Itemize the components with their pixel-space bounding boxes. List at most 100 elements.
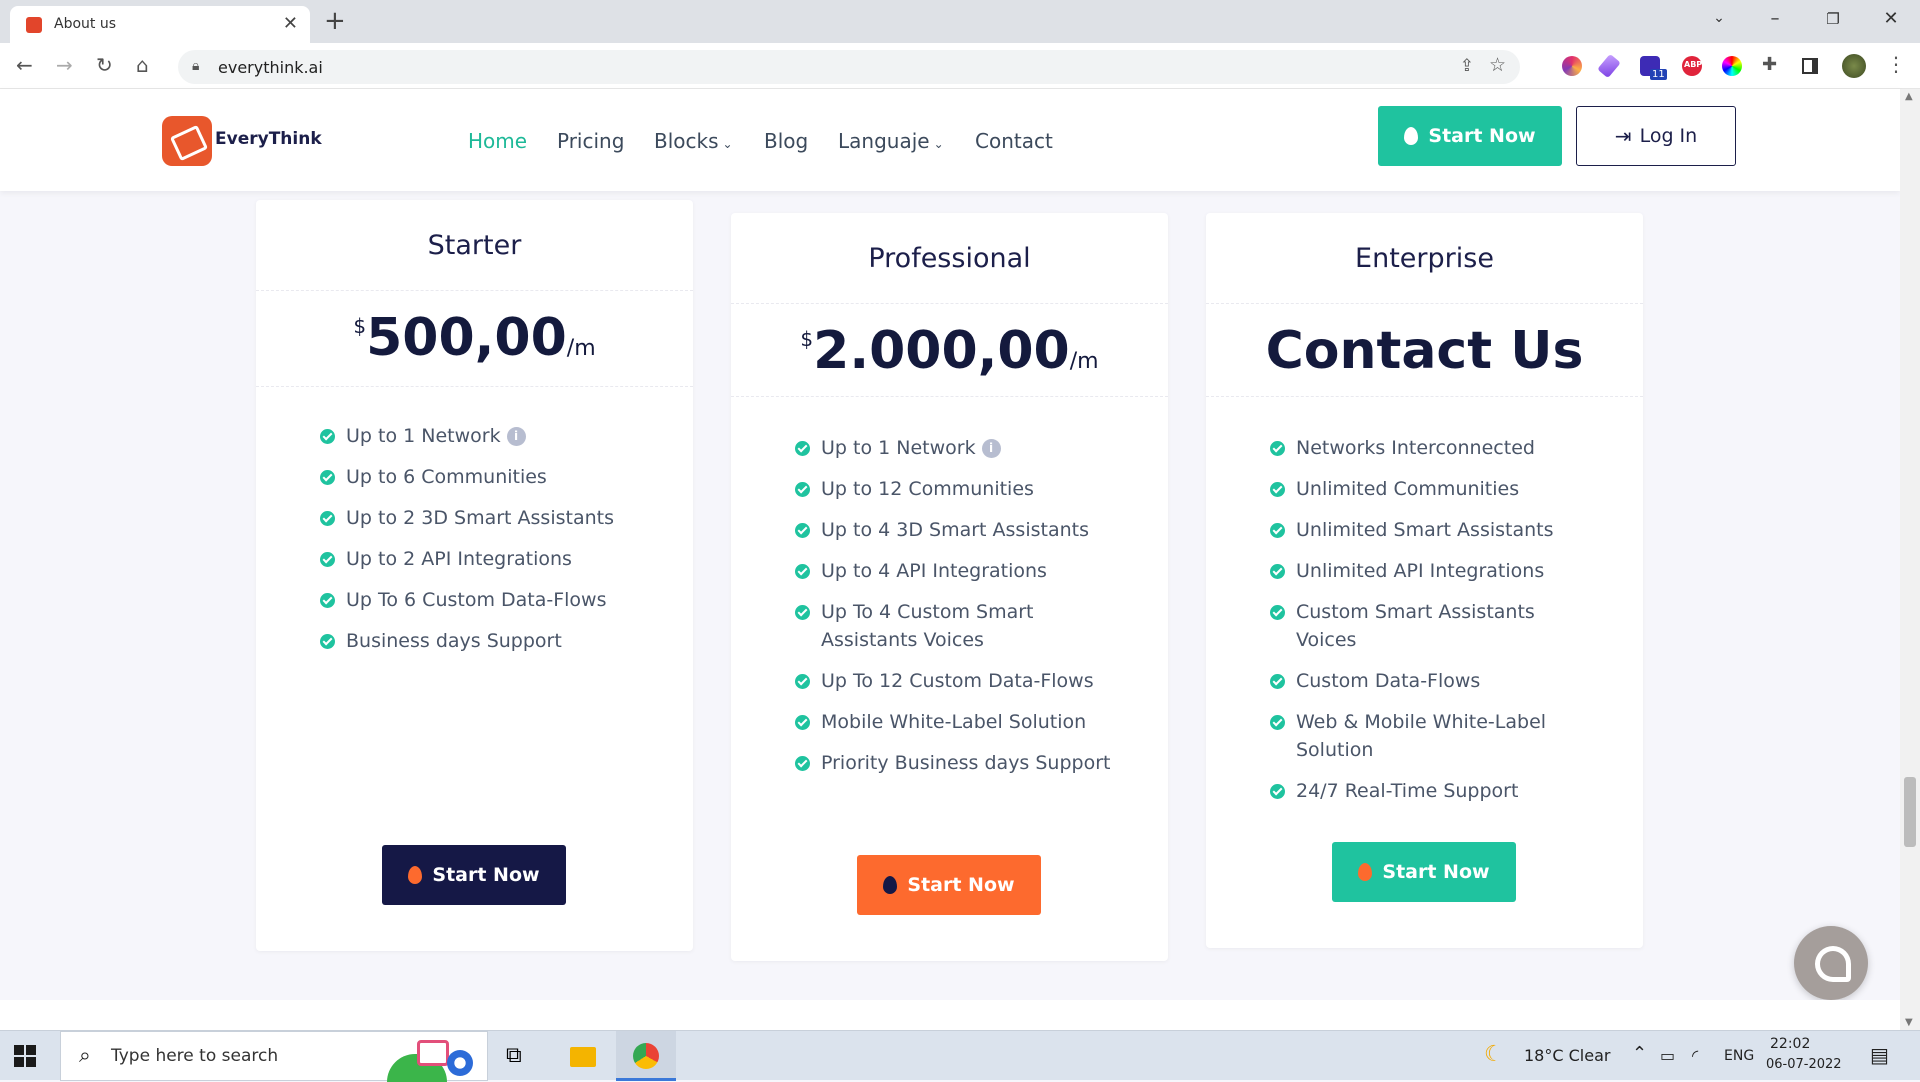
list-item: Up to 12 Communities [795, 475, 1135, 503]
page-scrollbar[interactable]: ▲ ▼ [1900, 89, 1920, 1030]
minimize-icon[interactable]: – [1750, 8, 1800, 29]
extension-color-icon[interactable] [1722, 56, 1742, 76]
taskbar-search-box[interactable]: ⌕ Type here to search [60, 1031, 488, 1082]
list-item: Unlimited Communities [1270, 475, 1570, 503]
scroll-down-icon[interactable]: ▼ [1905, 1017, 1913, 1028]
scrollbar-thumb[interactable] [1904, 777, 1916, 847]
feature-text: Up to 6 Communities [346, 466, 547, 488]
divider [731, 303, 1168, 304]
tab-title: About us [54, 16, 117, 32]
battery-icon[interactable]: ▭ [1660, 1046, 1675, 1065]
window-close-icon[interactable]: ✕ [1866, 8, 1916, 29]
browser-tab-active[interactable]: About us ✕ [10, 6, 310, 43]
nav-contact[interactable]: Contact [975, 129, 1053, 153]
new-tab-icon[interactable]: + [324, 6, 346, 36]
side-panel-icon[interactable] [1802, 58, 1818, 74]
nav-blog[interactable]: Blog [764, 129, 808, 153]
feature-text: Business days Support [346, 630, 562, 652]
browser-menu-icon[interactable]: ⋮ [1886, 52, 1906, 76]
address-bar[interactable]: 🔒︎ everythink.ai ⇪ ☆ [178, 50, 1520, 84]
tab-close-icon[interactable]: ✕ [283, 13, 298, 34]
divider [1206, 303, 1643, 304]
feature-text: Up To 4 Custom Smart Assistants Voices [821, 601, 1034, 651]
file-explorer-icon[interactable] [570, 1047, 596, 1067]
back-icon[interactable]: ← [16, 53, 33, 77]
url-text[interactable]: everythink.ai [218, 58, 323, 77]
home-icon[interactable]: ⌂ [136, 53, 149, 77]
language-indicator[interactable]: ENG [1724, 1048, 1754, 1064]
share-icon[interactable]: ⇪ [1460, 56, 1474, 76]
list-item: Up to 1 Network i [795, 434, 1135, 462]
notifications-icon[interactable]: ▤ [1870, 1043, 1889, 1067]
feature-list: Up to 1 Network i Up to 6 Communities Up … [320, 422, 660, 668]
list-item: Custom Data-Flows [1270, 667, 1570, 695]
chrome-icon [633, 1043, 659, 1069]
brand-logo-icon[interactable] [162, 116, 212, 166]
tray-chevron-up-icon[interactable]: ⌃ [1632, 1043, 1647, 1064]
taskbar-chrome-app[interactable] [616, 1031, 676, 1081]
starter-start-now-button[interactable]: Start Now [382, 845, 566, 905]
price-period: /m [566, 336, 596, 361]
clock-date[interactable]: 06-07-2022 [1766, 1057, 1842, 1072]
plan-price: $500,00/m [256, 308, 693, 368]
lock-icon: 🔒︎ [192, 58, 200, 74]
clock-time[interactable]: 22:02 [1770, 1036, 1810, 1052]
nav-home[interactable]: Home [468, 129, 527, 153]
feature-text: Up to 1 Network [346, 425, 501, 447]
check-circle-icon [795, 756, 810, 771]
next-section-edge [0, 1000, 1900, 1030]
forward-icon[interactable]: → [56, 53, 73, 77]
check-circle-icon [795, 441, 810, 456]
extension-instagram-icon[interactable] [1562, 56, 1582, 76]
feature-text: Up to 1 Network [821, 437, 976, 459]
nav-blocks[interactable]: Blocks ⌄ [654, 129, 733, 153]
brand-name[interactable]: EveryThink [215, 129, 322, 149]
check-circle-icon [795, 482, 810, 497]
check-circle-icon [320, 470, 335, 485]
header-login-label: Log In [1639, 125, 1698, 147]
list-item: Up to 6 Communities [320, 463, 660, 491]
info-icon[interactable]: i [981, 439, 1001, 458]
info-icon[interactable]: i [506, 427, 526, 446]
price-period: /m [1069, 349, 1099, 374]
windows-start-icon[interactable] [14, 1045, 36, 1067]
check-circle-icon [1270, 523, 1285, 538]
scroll-up-icon[interactable]: ▲ [1905, 91, 1913, 102]
nav-languaje[interactable]: Languaje ⌄ [838, 129, 944, 153]
tab-search-chevron-icon[interactable]: ⌄ [1694, 10, 1744, 26]
check-circle-icon [320, 634, 335, 649]
header-start-now-button[interactable]: Start Now [1378, 106, 1562, 166]
list-item: Custom Smart Assistants Voices [1270, 598, 1540, 654]
list-item: Up To 6 Custom Data-Flows [320, 586, 660, 614]
professional-start-now-button[interactable]: Start Now [857, 855, 1041, 915]
feature-text: Up to 12 Communities [821, 478, 1034, 500]
check-circle-icon [1270, 564, 1285, 579]
extensions-puzzle-icon[interactable]: ✚ [1762, 54, 1777, 75]
plan-name: Professional [868, 243, 1031, 274]
wifi-icon[interactable]: ◜ [1692, 1046, 1698, 1065]
plan-card-professional: Professional $2.000,00/m Up to 1 Network… [731, 213, 1168, 961]
divider [256, 386, 693, 387]
chat-widget-button[interactable] [1794, 926, 1868, 1000]
check-circle-icon [1270, 482, 1285, 497]
list-item: Up To 12 Custom Data-Flows [795, 667, 1135, 695]
extension-pen-icon[interactable] [1597, 53, 1621, 79]
list-item: Priority Business days Support [795, 749, 1135, 777]
reload-icon[interactable]: ↻ [96, 53, 113, 77]
list-item: Networks Interconnected [1270, 434, 1570, 462]
profile-avatar[interactable] [1842, 54, 1866, 78]
flame-icon [883, 876, 898, 894]
check-circle-icon [320, 429, 335, 444]
windows-taskbar: ⌕ Type here to search ⧉ ☾ 18°C Clear ⌃ ▭… [0, 1030, 1920, 1082]
nav-pricing[interactable]: Pricing [557, 129, 624, 153]
bookmark-star-icon[interactable]: ☆ [1489, 54, 1506, 76]
button-label: Start Now [907, 874, 1015, 896]
task-view-icon[interactable]: ⧉ [506, 1043, 532, 1069]
header-login-button[interactable]: ⇥ Log In [1576, 106, 1736, 166]
feature-text: Networks Interconnected [1296, 437, 1535, 459]
enterprise-start-now-button[interactable]: Start Now [1332, 842, 1516, 902]
chevron-down-icon: ⌄ [722, 137, 733, 151]
check-circle-icon [320, 511, 335, 526]
weather-text[interactable]: 18°C Clear [1524, 1046, 1610, 1065]
restore-icon[interactable]: ❐ [1808, 10, 1858, 28]
